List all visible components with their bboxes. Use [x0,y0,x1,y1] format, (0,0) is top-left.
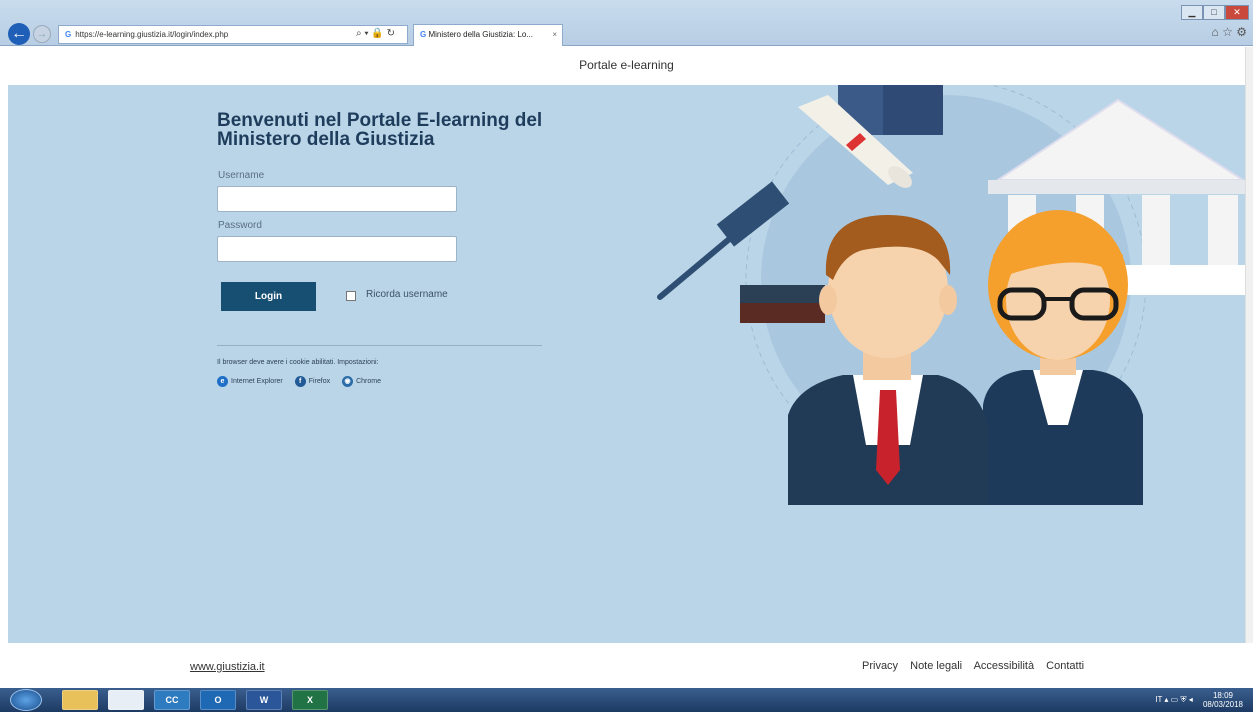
back-arrow-icon[interactable]: ← [8,23,30,45]
minimize-button[interactable]: ▁ [1181,5,1203,20]
excel-taskbar-button[interactable]: X [292,690,328,710]
google-icon: G [65,30,72,39]
window-controls: ▁ □ ✕ [1181,2,1251,20]
header-title: Portale e-learning [579,58,674,72]
tab-title: Ministero della Giustizia: Lo... [428,30,533,39]
clock-time: 18:09 [1212,691,1233,700]
taskbar: CC O W X IT ▴ ▭ ⛨ ◂ 18:09 08/03/2018 [0,688,1253,712]
close-tab-icon[interactable]: × [552,25,557,45]
file-explorer-taskbar-button[interactable] [62,690,98,710]
footer-link-note-legali[interactable]: Note legali [910,660,962,672]
footer-nav: Privacy Note legali Accessibilità Contat… [862,660,1093,672]
chrome-label: Chrome [356,378,381,385]
browser-toolbar: ⌂ ☆ ⚙ [1212,25,1247,39]
maximize-button[interactable]: □ [1203,5,1225,20]
username-input[interactable] [217,186,457,212]
gear-icon[interactable]: ⚙ [1236,25,1247,39]
lock-icon[interactable]: 🔒 [371,28,383,39]
password-input[interactable] [217,236,457,262]
word-taskbar-button[interactable]: W [246,690,282,710]
home-icon[interactable]: ⌂ [1212,25,1219,39]
justice-illustration [657,85,1245,505]
remember-username-checkbox[interactable] [346,291,356,301]
username-label: Username [218,170,265,181]
system-tray: IT ▴ ▭ ⛨ ◂ 18:09 08/03/2018 [1155,691,1243,709]
internet-explorer-icon: e [217,376,228,387]
browser-settings-links: e Internet Explorer f Firefox ◉ Chrome [217,376,391,387]
footer-link-privacy[interactable]: Privacy [862,660,898,672]
outlook-taskbar-button[interactable]: O [200,690,236,710]
firefox-link[interactable]: f Firefox [294,376,331,387]
page-scrollbar[interactable] [1245,47,1253,643]
internet-explorer-link[interactable]: e Internet Explorer [217,376,283,387]
star-icon[interactable]: ☆ [1222,25,1233,39]
remember-username-label[interactable]: Ricorda username [366,289,448,300]
tray-expand-icon[interactable]: ▴ [1164,695,1168,704]
volume-icon[interactable]: ◂ [1189,695,1193,704]
google-icon: G [420,30,427,39]
network-icon[interactable]: ▭ [1171,695,1179,704]
security-icon[interactable]: ⛨ [1180,695,1186,704]
firefox-label: Firefox [308,378,331,385]
clock[interactable]: 18:09 08/03/2018 [1203,691,1243,709]
site-footer: www.giustizia.it Privacy Note legali Acc… [8,643,1245,688]
login-section: Benvenuti nel Portale E-learning del Min… [8,85,1245,643]
password-label: Password [218,220,262,231]
internet-explorer-label: Internet Explorer [231,378,283,385]
clock-date: 08/03/2018 [1202,700,1243,709]
cc-taskbar-button[interactable]: CC [154,690,190,710]
browser-chrome: ← → Ghttps://e-learning.giustizia.it/log… [0,0,1253,46]
chrome-icon: ◉ [342,376,354,387]
forward-arrow-icon[interactable]: → [33,25,51,43]
giustizia-site-link[interactable]: www.giustizia.it [190,661,265,673]
browser-tab[interactable]: G Ministero della Giustizia: Lo... × [413,24,563,46]
language-indicator[interactable]: IT [1155,695,1162,704]
cookie-note: Il browser deve avere i cookie abilitati… [217,359,379,366]
close-window-button[interactable]: ✕ [1225,5,1249,20]
firefox-icon: f [294,376,306,387]
footer-link-contatti[interactable]: Contatti [1046,660,1084,672]
chrome-link[interactable]: ◉ Chrome [342,376,381,387]
site-header: Portale e-learning [8,47,1245,85]
divider [217,345,542,346]
search-icon[interactable]: ⌕ [356,28,362,39]
refresh-icon[interactable]: ↻ [387,28,395,39]
address-bar-actions: ⌕ ▾ 🔒 ↻ [356,28,395,39]
login-button[interactable]: Login [221,282,316,311]
footer-link-accessibilita[interactable]: Accessibilità [974,660,1035,672]
welcome-heading: Benvenuti nel Portale E-learning del Min… [217,110,543,150]
document-taskbar-button[interactable] [108,690,144,710]
url-text: https://e-learning.giustizia.it/login/in… [75,30,229,39]
windows-start-icon[interactable] [10,689,42,711]
